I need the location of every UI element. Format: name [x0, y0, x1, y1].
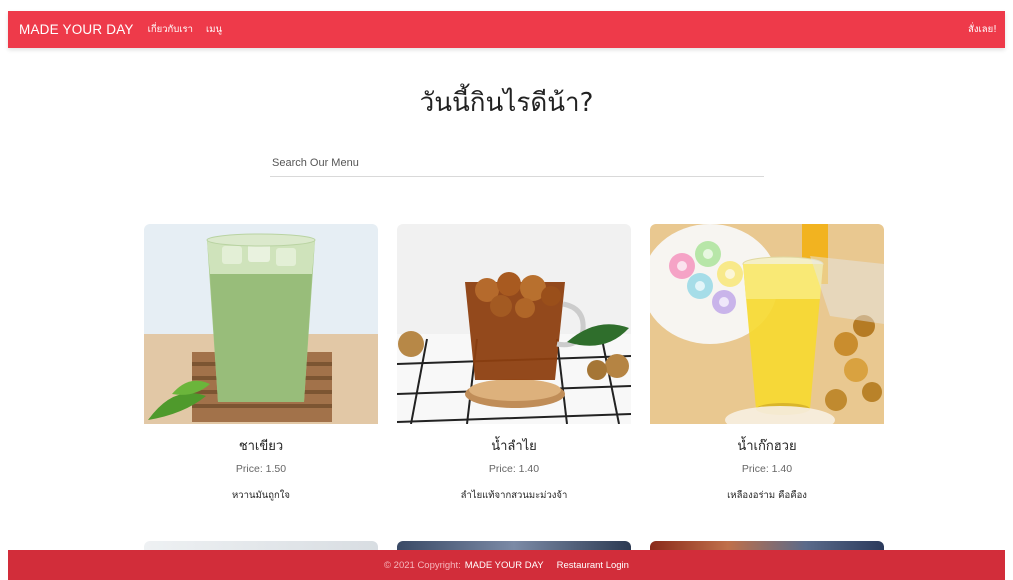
nav-link-about[interactable]: เกี่ยวกับเรา — [148, 22, 193, 37]
page-title: วันนี้กินไรดีน้า? — [419, 88, 594, 118]
order-now-link[interactable]: สั่งเลย! — [968, 22, 997, 37]
menu-item-price: Price: 1.40 — [488, 463, 540, 475]
copyright-text: © 2021 Copyright: — [384, 559, 461, 571]
restaurant-login-link[interactable]: Restaurant Login — [557, 560, 629, 571]
nav-link-menu[interactable]: เมนู — [206, 22, 222, 37]
menu-card-green-tea[interactable]: ชาเขียว Price: 1.50 หวานมันถูกใจ — [144, 224, 378, 503]
footer-brand-link[interactable]: MADE YOUR DAY — [465, 560, 544, 571]
chrysanthemum-tea-image — [650, 224, 884, 424]
search-input[interactable] — [270, 150, 764, 177]
longan-drink-image — [397, 224, 631, 424]
menu-item-description: หวานมันถูกใจ — [232, 490, 290, 501]
brand-link[interactable]: MADE YOUR DAY — [19, 22, 134, 37]
menu-item-price: Price: 1.40 — [741, 463, 793, 475]
menu-item-name: ชาเขียว — [238, 439, 284, 454]
top-navbar: MADE YOUR DAY เกี่ยวกับเรา เมนู สั่งเลย! — [8, 11, 1005, 48]
menu-item-description: ลำไยแท้จากสวนมะม่วงจ้า — [460, 490, 568, 501]
footer: © 2021 Copyright: MADE YOUR DAY Restaura… — [8, 550, 1005, 580]
menu-card-chrysanthemum[interactable]: น้ำเก๊กฮวย Price: 1.40 เหลืองอร่าม คือคื… — [650, 224, 884, 503]
menu-card-longan[interactable]: น้ำลำไย Price: 1.40 ลำไยแท้จากสวนมะม่วงจ… — [397, 224, 631, 503]
green-tea-image — [144, 224, 378, 424]
menu-item-price: Price: 1.50 — [235, 463, 287, 475]
menu-item-name: น้ำเก๊กฮวย — [737, 439, 797, 454]
menu-item-description: เหลืองอร่าม คือคือง — [727, 490, 807, 501]
menu-item-name: น้ำลำไย — [491, 439, 537, 454]
